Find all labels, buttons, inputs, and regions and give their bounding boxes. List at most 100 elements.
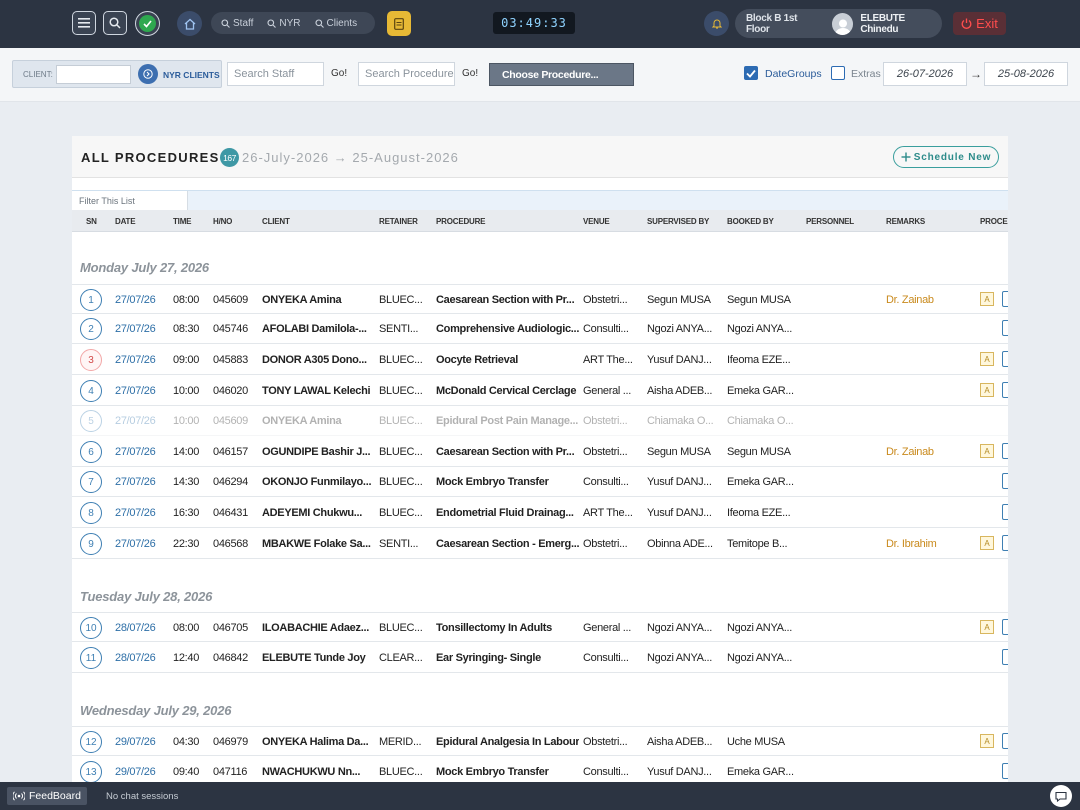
cell-date[interactable]: 27/07/26 [115, 476, 170, 488]
cell-date[interactable]: 27/07/26 [115, 507, 170, 519]
row-number[interactable]: 9 [80, 533, 102, 555]
table-row[interactable]: 3 27/07/26 09:00 045883 DONOR A305 Dono... BL… [72, 345, 1008, 375]
status-badge[interactable]: A [980, 734, 994, 748]
column-header[interactable]: BOOKED BY [727, 217, 774, 226]
row-number[interactable]: 6 [80, 441, 102, 463]
table-row[interactable]: 5 27/07/26 10:00 045609 ONYEKA Amina BLUEC...… [72, 406, 1008, 436]
filter-list-input[interactable]: Filter This List [72, 191, 188, 211]
choose-procedure-dropdown[interactable]: Choose Procedure... [489, 63, 634, 86]
row-action-icon[interactable] [1002, 351, 1008, 367]
chat-button[interactable] [1050, 785, 1072, 807]
nyr-clients-link[interactable]: NYR CLIENTS [163, 70, 220, 80]
cell-client[interactable]: MBAKWE Folake Sa... [262, 538, 374, 550]
row-number[interactable]: 1 [80, 289, 102, 311]
row-action-icon[interactable] [1002, 619, 1008, 635]
row-action-icon[interactable] [1002, 535, 1008, 551]
column-header[interactable]: H/NO [213, 217, 232, 226]
row-action-icon[interactable] [1002, 320, 1008, 336]
row-action-icon[interactable] [1002, 763, 1008, 779]
row-action-icon[interactable] [1002, 443, 1008, 459]
cell-date[interactable]: 27/07/26 [115, 446, 170, 458]
cell-date[interactable]: 27/07/26 [115, 294, 170, 306]
table-row[interactable]: 4 27/07/26 10:00 046020 TONY LAWAL Kelechi BL… [72, 376, 1008, 406]
documents-button[interactable] [387, 11, 411, 36]
client-go-button[interactable] [138, 64, 158, 84]
row-number[interactable]: 7 [80, 471, 102, 493]
schedule-new-button[interactable]: Schedule New [893, 146, 999, 168]
cell-client[interactable]: ONYEKA Amina [262, 415, 374, 427]
column-header[interactable]: TIME [173, 217, 192, 226]
exit-button[interactable]: Exit [953, 12, 1006, 35]
quick-search-clients[interactable]: Clients [314, 18, 357, 29]
cell-client[interactable]: DONOR A305 Dono... [262, 354, 374, 366]
cell-client[interactable]: NWACHUKWU Nn... [262, 766, 374, 778]
quick-search-nyr[interactable]: NYR [267, 18, 301, 29]
row-number[interactable]: 5 [80, 410, 102, 432]
status-badge[interactable]: A [980, 536, 994, 550]
row-action-icon[interactable] [1002, 649, 1008, 665]
row-action-icon[interactable] [1002, 382, 1008, 398]
column-header[interactable]: SN [86, 217, 97, 226]
procedure-go-button[interactable]: Go! [462, 68, 478, 79]
cell-client[interactable]: ONYEKA Halima Da... [262, 736, 374, 748]
column-header[interactable]: REMARKS [886, 217, 925, 226]
cell-date[interactable]: 27/07/26 [115, 538, 170, 550]
notifications-button[interactable] [704, 11, 729, 36]
menu-button[interactable] [72, 11, 96, 35]
cell-client[interactable]: OKONJO Funmilayo... [262, 476, 374, 488]
cell-client[interactable]: AFOLABI Damilola-... [262, 323, 374, 335]
row-action-icon[interactable] [1002, 504, 1008, 520]
row-action-icon[interactable] [1002, 291, 1008, 307]
cell-client[interactable]: OGUNDIPE Bashir J... [262, 446, 374, 458]
cell-client[interactable]: TONY LAWAL Kelechi [262, 385, 374, 397]
table-row[interactable]: 10 28/07/26 08:00 046705 ILOABACHIE Adaez...… [72, 612, 1008, 642]
table-row[interactable]: 7 27/07/26 14:30 046294 OKONJO Funmilayo... B… [72, 467, 1008, 497]
user-menu[interactable]: Block B 1st Floor ELEBUTE Chinedu [735, 9, 942, 38]
client-input[interactable] [56, 65, 131, 84]
row-number[interactable]: 10 [80, 617, 102, 639]
status-badge[interactable]: A [980, 292, 994, 306]
row-number[interactable]: 11 [80, 647, 102, 669]
row-number[interactable]: 13 [80, 761, 102, 783]
feedboard-button[interactable]: FeedBoard [7, 787, 87, 805]
staff-go-button[interactable]: Go! [331, 68, 347, 79]
cell-date[interactable]: 27/07/26 [115, 385, 170, 397]
cell-client[interactable]: ONYEKA Amina [262, 294, 374, 306]
row-number[interactable]: 3 [80, 349, 102, 371]
column-header[interactable]: PROCE [980, 217, 1008, 226]
table-row[interactable]: 11 28/07/26 12:40 046842 ELEBUTE Tunde Joy CL… [72, 643, 1008, 673]
cell-client[interactable]: ELEBUTE Tunde Joy [262, 652, 374, 664]
cell-date[interactable]: 28/07/26 [115, 622, 170, 634]
cell-date[interactable]: 29/07/26 [115, 736, 170, 748]
table-row[interactable]: 8 27/07/26 16:30 046431 ADEYEMI Chukwu... BLU… [72, 498, 1008, 528]
row-number[interactable]: 8 [80, 502, 102, 524]
status-badge[interactable]: A [980, 620, 994, 634]
cell-date[interactable]: 29/07/26 [115, 766, 170, 778]
date-from-input[interactable]: 26-07-2026 [883, 62, 967, 86]
cell-date[interactable]: 27/07/26 [115, 354, 170, 366]
row-action-icon[interactable] [1002, 733, 1008, 749]
search-button[interactable] [103, 11, 127, 35]
status-check-button[interactable] [135, 11, 160, 36]
table-row[interactable]: 12 29/07/26 04:30 046979 ONYEKA Halima Da...… [72, 726, 1008, 756]
extras-checkbox[interactable] [831, 66, 845, 80]
table-row[interactable]: 1 27/07/26 08:00 045609 ONYEKA Amina BLUEC...… [72, 284, 1008, 314]
cell-client[interactable]: ILOABACHIE Adaez... [262, 622, 374, 634]
column-header[interactable]: SUPERVISED BY [647, 217, 709, 226]
table-row[interactable]: 2 27/07/26 08:30 045746 AFOLABI Damilola-...… [72, 314, 1008, 344]
status-badge[interactable]: A [980, 444, 994, 458]
column-header[interactable]: VENUE [583, 217, 610, 226]
date-to-input[interactable]: 25-08-2026 [984, 62, 1068, 86]
column-header[interactable]: PERSONNEL [806, 217, 854, 226]
cell-date[interactable]: 27/07/26 [115, 415, 170, 427]
status-badge[interactable]: A [980, 352, 994, 366]
table-row[interactable]: 6 27/07/26 14:00 046157 OGUNDIPE Bashir J...… [72, 437, 1008, 467]
row-number[interactable]: 2 [80, 318, 102, 340]
status-badge[interactable]: A [980, 383, 994, 397]
cell-client[interactable]: ADEYEMI Chukwu... [262, 507, 374, 519]
column-header[interactable]: RETAINER [379, 217, 418, 226]
row-number[interactable]: 12 [80, 731, 102, 753]
row-action-icon[interactable] [1002, 473, 1008, 489]
column-header[interactable]: CLIENT [262, 217, 290, 226]
quick-search-staff[interactable]: Staff [221, 18, 253, 29]
